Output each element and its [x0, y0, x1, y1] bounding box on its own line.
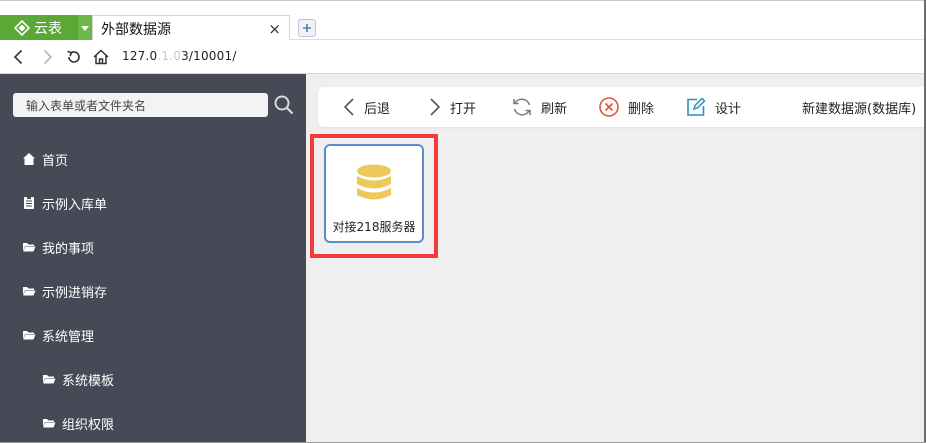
refresh-button-label: 刷新 — [541, 101, 568, 117]
page-tab-title: 外部数据源 — [101, 22, 171, 38]
plus-icon — [303, 24, 311, 32]
search-input[interactable]: 输入表单或者文件夹名 — [13, 93, 268, 117]
back-button[interactable]: 后退 — [342, 87, 390, 127]
forward-arrow-icon[interactable] — [38, 48, 56, 66]
database-icon — [357, 164, 391, 200]
search-icon[interactable] — [273, 94, 295, 116]
datasource-item-label: 对接218服务器 — [332, 220, 416, 234]
edit-pencil-icon — [687, 97, 706, 116]
caret-down-icon — [81, 25, 89, 31]
folder-icon — [23, 287, 36, 296]
back-button-label: 后退 — [364, 101, 391, 117]
open-button-label: 打开 — [450, 101, 477, 117]
folder-open-icon — [23, 331, 36, 340]
datasource-item[interactable]: 对接218服务器 — [324, 144, 424, 243]
app-tab[interactable]: 云表 — [0, 15, 78, 41]
sidebar-item-system-templates[interactable]: 系统模板 — [0, 364, 306, 394]
sidebar-item-label: 示例进销存 — [42, 285, 108, 301]
chevron-left-icon — [343, 98, 354, 116]
url-redacted: .1.0 — [157, 49, 182, 63]
refresh-icon — [513, 98, 531, 116]
folder-icon — [43, 375, 56, 384]
sidebar-item-label: 示例入库单 — [42, 197, 108, 213]
main-content: 后退 打开 刷新 删除 设计 新建数据源(数据库) 对接218服务器 — [306, 74, 926, 443]
refresh-button[interactable]: 刷新 — [511, 87, 567, 127]
folder-icon — [23, 243, 36, 252]
new-datasource-button-label: 新建数据源(数据库) — [802, 101, 917, 117]
sidebar-item-sample-inventory[interactable]: 示例进销存 — [0, 276, 306, 306]
reload-icon[interactable] — [65, 48, 83, 66]
delete-circle-x-icon — [599, 97, 619, 117]
document-icon — [24, 196, 34, 209]
home-icon — [23, 153, 35, 165]
new-datasource-button[interactable]: 新建数据源(数据库) — [802, 87, 916, 127]
sidebar-item-label: 系统模板 — [62, 373, 115, 389]
browser-tab-strip: 云表 外部数据源 × — [0, 0, 926, 42]
toolbar: 后退 打开 刷新 删除 设计 新建数据源(数据库) — [318, 87, 926, 127]
url-field[interactable]: 127.0.1.03/10001/ — [122, 49, 237, 63]
new-tab-button[interactable] — [298, 19, 316, 37]
back-arrow-icon[interactable] — [10, 48, 28, 66]
address-bar: 127.0.1.03/10001/ — [0, 40, 926, 74]
sidebar: 输入表单或者文件夹名 首页 示例入库单 我的事项 示例进销存 系统管理 系统模板… — [0, 74, 306, 443]
url-suffix: 3/10001/ — [181, 49, 237, 63]
sidebar-item-home[interactable]: 首页 — [0, 144, 306, 174]
sidebar-item-my-tasks[interactable]: 我的事项 — [0, 232, 306, 262]
home-icon[interactable] — [92, 48, 110, 66]
sidebar-item-sample-receipt[interactable]: 示例入库单 — [0, 188, 306, 218]
app-logo-icon — [14, 20, 30, 36]
design-button-label: 设计 — [715, 101, 742, 117]
page-tab[interactable]: 外部数据源 × — [92, 15, 290, 42]
sidebar-item-label: 系统管理 — [42, 329, 95, 345]
design-button[interactable]: 设计 — [685, 87, 741, 127]
app-tab-label: 云表 — [34, 21, 62, 37]
open-button[interactable]: 打开 — [428, 87, 476, 127]
delete-button-label: 删除 — [628, 101, 655, 117]
url-prefix: 127.0 — [122, 49, 158, 63]
sidebar-item-system-management[interactable]: 系统管理 — [0, 320, 306, 350]
sidebar-item-label: 首页 — [42, 153, 69, 169]
sidebar-item-label: 我的事项 — [42, 241, 95, 257]
sidebar-item-label: 组织权限 — [62, 417, 115, 433]
search-placeholder: 输入表单或者文件夹名 — [26, 99, 147, 113]
sidebar-item-org-permissions[interactable]: 组织权限 — [0, 408, 306, 438]
close-icon[interactable]: × — [268, 20, 281, 38]
app-menu-dropdown[interactable] — [78, 15, 92, 41]
chevron-right-icon — [430, 98, 441, 116]
delete-button[interactable]: 删除 — [598, 87, 654, 127]
folder-icon — [43, 419, 56, 428]
